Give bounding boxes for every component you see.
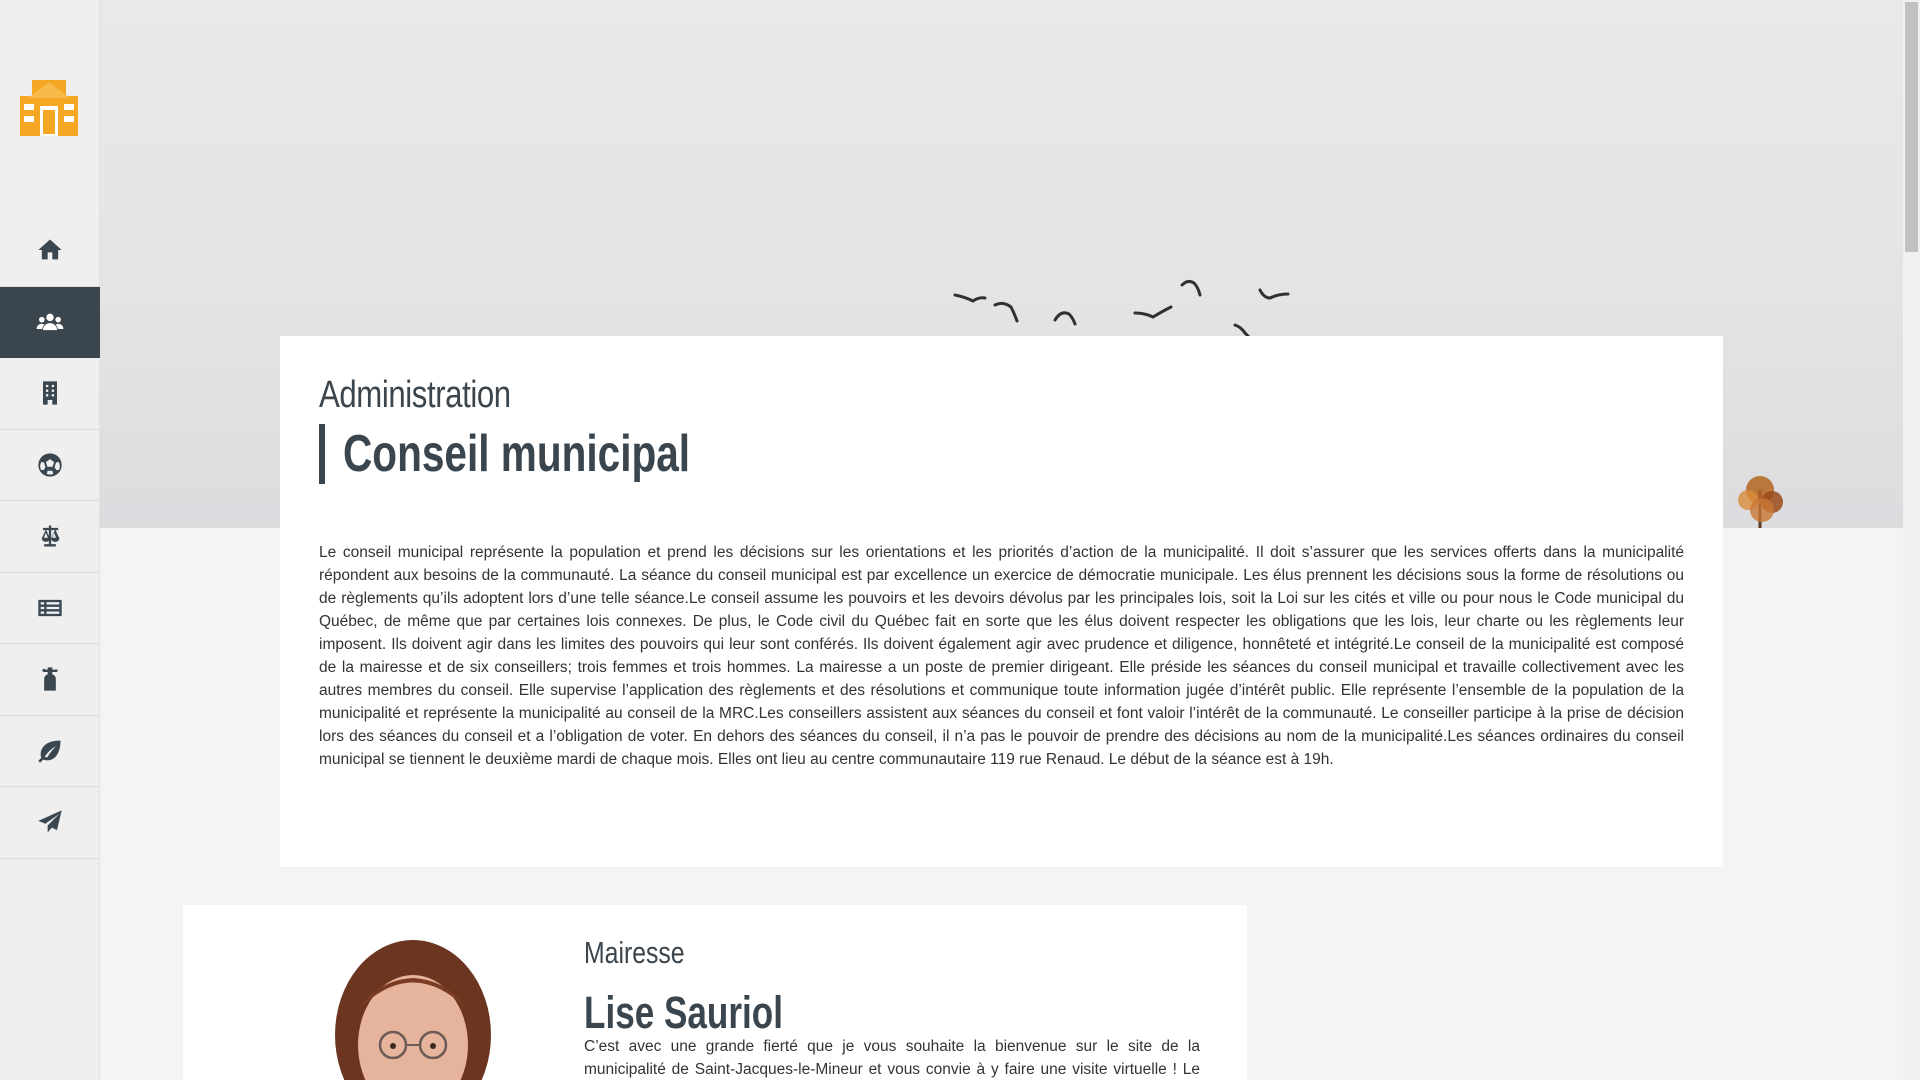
mayor-name: Lise Sauriol [584,987,783,1038]
birds-illustration [953,279,1290,343]
section-kicker: Administration [319,374,511,416]
nav-item-home[interactable] [0,215,100,287]
mayor-bio: C’est avec une grande fierté que je vous… [584,1038,1200,1078]
page-title-wrapper: Conseil municipal [319,424,788,484]
page-title: Conseil municipal [343,425,691,483]
mayor-card: Mairesse Lise Sauriol C’est avec une gra… [183,905,1247,1080]
paper-plane-icon [38,810,62,833]
tree-illustration [1738,476,1783,528]
sidebar-nav [0,215,100,859]
home-icon [38,239,62,260]
municipality-logo[interactable] [18,76,80,138]
mayor-photo [293,915,533,1080]
fire-extinguisher-icon [41,667,59,691]
nav-item-securite[interactable] [0,644,100,716]
nav-item-loisirs[interactable] [0,430,100,501]
nav-item-environnement[interactable] [0,716,100,787]
leaf-icon [38,740,61,763]
page-scrollbar[interactable] [1903,0,1920,1080]
nav-item-services[interactable] [0,358,100,430]
intro-paragraph: Le conseil municipal représente la popul… [319,544,1684,768]
mayor-role: Mairesse [584,935,685,970]
nav-item-administration[interactable] [0,286,100,358]
list-icon [38,599,62,616]
building-icon [43,381,57,405]
balance-scale-icon [41,525,60,547]
intro-card: Administration Conseil municipal Le cons… [280,336,1723,867]
sidebar [0,0,100,1080]
nav-item-documents[interactable] [0,573,100,644]
people-icon [36,313,64,330]
nav-item-contact[interactable] [0,787,100,859]
soccer-ball-icon [38,453,62,477]
nav-item-reglements[interactable] [0,501,100,573]
scrollbar-thumb[interactable] [1905,2,1918,252]
